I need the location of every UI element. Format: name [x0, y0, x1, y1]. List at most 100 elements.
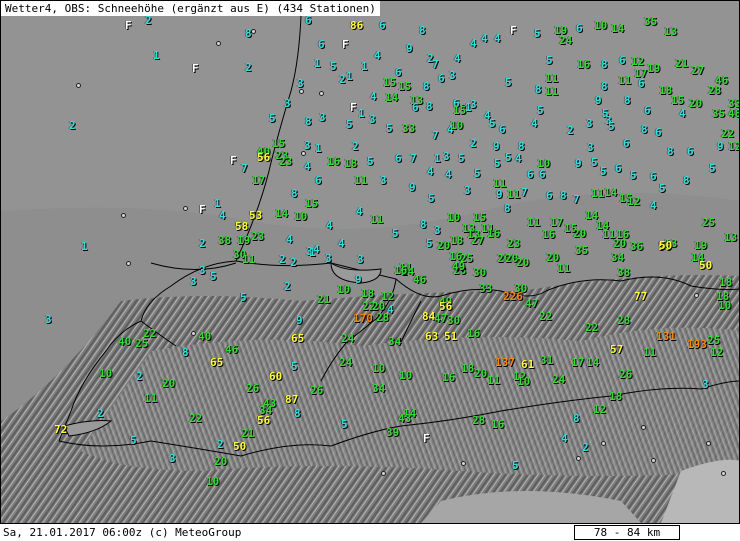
snow-depth-value: 5: [392, 227, 399, 240]
snow-depth-value: 14: [586, 356, 600, 369]
snow-depth-value: 11: [507, 188, 521, 201]
snow-depth-value: 11: [370, 213, 384, 226]
snow-depth-value: 18: [609, 390, 623, 403]
snow-depth-value: 35: [712, 107, 726, 120]
snow-depth-value: F: [192, 62, 199, 75]
snow-depth-value: 9: [296, 314, 303, 327]
snow-depth-value: F: [342, 38, 349, 51]
snow-depth-value: 16: [491, 418, 505, 431]
snow-depth-value: 46: [413, 273, 427, 286]
snow-depth-value: 34: [388, 335, 402, 348]
snow-depth-value: 6: [412, 101, 419, 114]
snow-depth-value: 35: [644, 15, 658, 28]
snow-depth-value: 16: [467, 327, 481, 340]
snow-depth-value: 2: [582, 441, 589, 454]
snow-depth-value: 53: [249, 209, 263, 222]
snow-depth-value: 56: [257, 414, 271, 427]
snow-depth-value: 3: [449, 69, 456, 82]
snow-depth-value: 22: [189, 412, 203, 425]
snow-depth-value: 2: [470, 137, 477, 150]
snow-depth-value: 4: [374, 49, 381, 62]
snow-depth-value: 16: [577, 58, 591, 71]
snow-depth-value: 4: [494, 32, 501, 45]
snow-depth-value: 2: [284, 280, 291, 293]
snow-depth-value: 14: [611, 22, 625, 35]
snow-depth-value: 15: [398, 80, 412, 93]
snow-depth-value: 38: [218, 234, 232, 247]
station-marker: [694, 293, 699, 298]
snow-depth-value: 50: [659, 239, 673, 252]
snow-depth-value: 36: [630, 240, 644, 253]
snow-depth-value: 12: [710, 346, 724, 359]
snow-depth-value: 137: [495, 356, 515, 369]
snow-depth-value: 131: [656, 330, 676, 343]
snow-depth-value: 30: [473, 266, 487, 279]
snow-depth-value: 56: [257, 151, 271, 164]
station-marker: [191, 331, 196, 336]
snow-depth-value: 27: [691, 64, 705, 77]
snow-depth-value: 6: [623, 137, 630, 150]
snow-depth-value: 2: [199, 237, 206, 250]
snow-depth-value: 4: [515, 152, 522, 165]
snow-depth-value: 3: [369, 113, 376, 126]
snow-depth-value: 7: [521, 186, 528, 199]
snow-depth-value: 6: [546, 189, 553, 202]
snow-depth-value: 5: [505, 76, 512, 89]
snow-depth-value: 1: [81, 240, 88, 253]
snow-depth-value: 6: [615, 162, 622, 175]
snow-depth-value: 18: [461, 362, 475, 375]
snow-depth-value: 3: [304, 139, 311, 152]
snow-depth-value: 8: [624, 94, 631, 107]
snow-depth-value: 49: [452, 260, 466, 273]
snow-depth-value: 5: [537, 104, 544, 117]
snow-depth-value: 18: [450, 234, 464, 247]
snow-depth-value: 2: [245, 61, 252, 74]
snow-depth-value: F: [230, 154, 237, 167]
snow-depth-value: 4: [650, 199, 657, 212]
footer-bar: Sa, 21.01.2017 06:00z (c) MeteoGroup 78 …: [0, 523, 740, 541]
snow-depth-value: 48: [728, 107, 740, 120]
snow-depth-value: 16: [442, 371, 456, 384]
snow-depth-value: 2: [136, 370, 143, 383]
snow-depth-value: 87: [285, 393, 299, 406]
snow-depth-value: 4: [679, 107, 686, 120]
snow-depth-value: 27: [471, 234, 485, 247]
snow-depth-value: 4: [304, 160, 311, 173]
snow-depth-value: 6: [687, 145, 694, 158]
snow-depth-value: 23: [507, 237, 521, 250]
snow-depth-value: 11: [643, 346, 657, 359]
snow-depth-value: 18: [344, 157, 358, 170]
snow-depth-value: 6: [655, 126, 662, 139]
snow-depth-value: 38: [617, 266, 631, 279]
snow-depth-value: 28: [617, 314, 631, 327]
snow-depth-value: 5: [210, 270, 217, 283]
station-marker: [121, 213, 126, 218]
snow-depth-value: 5: [426, 237, 433, 250]
snow-depth-value: 4: [445, 168, 452, 181]
snow-depth-value: 5: [428, 192, 435, 205]
snow-depth-value: 11: [242, 253, 256, 266]
snow-depth-value: 15: [272, 137, 286, 150]
snow-depth-value: 11: [591, 187, 605, 200]
snow-depth-value: 33: [479, 282, 493, 295]
snow-depth-value: 24: [341, 332, 355, 345]
snow-depth-value: 7: [241, 162, 248, 175]
snow-depth-value: 10: [399, 369, 413, 382]
snow-depth-value: 30: [447, 314, 461, 327]
snow-depth-value: 3: [464, 184, 471, 197]
snow-depth-value: 43: [398, 412, 412, 425]
snow-depth-value: 6: [638, 77, 645, 90]
station-marker: [76, 83, 81, 88]
snow-depth-value: 6: [499, 123, 506, 136]
snow-depth-value: 10: [517, 375, 531, 388]
snow-depth-value: 40: [198, 330, 212, 343]
snow-depth-value: 7: [573, 193, 580, 206]
snow-depth-value: 1: [314, 57, 321, 70]
snow-depth-value: 1: [315, 142, 322, 155]
snow-depth-value: 77: [634, 290, 648, 303]
snow-depth-value: 3: [357, 253, 364, 266]
snow-depth-value: 18: [361, 287, 375, 300]
snow-depth-value: 4: [470, 37, 477, 50]
snow-depth-value: 3: [297, 77, 304, 90]
snow-depth-value: 8: [504, 202, 511, 215]
